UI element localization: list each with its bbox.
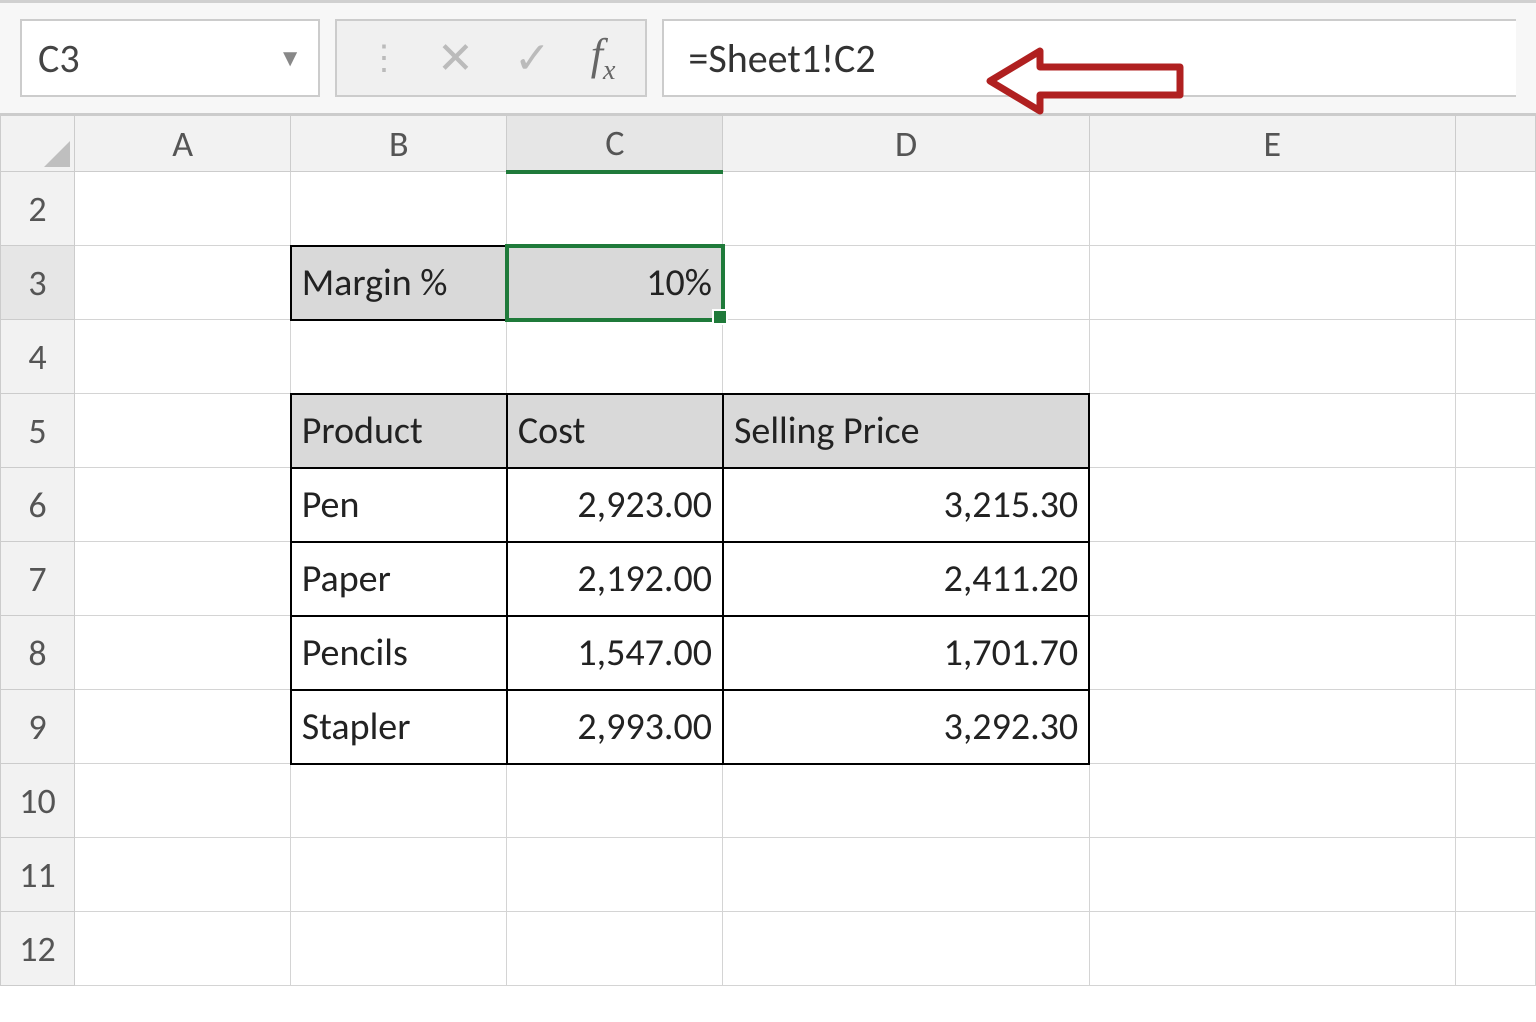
cell-B6[interactable]: Pen bbox=[291, 468, 507, 542]
row-header-7[interactable]: 7 bbox=[1, 542, 75, 616]
cell-C9[interactable]: 2,993.00 bbox=[507, 690, 723, 764]
cell-E11[interactable] bbox=[1089, 838, 1455, 912]
row-header-3[interactable]: 3 bbox=[1, 246, 75, 320]
select-all-corner[interactable] bbox=[1, 116, 75, 172]
cell-C7[interactable]: 2,192.00 bbox=[507, 542, 723, 616]
cell-C4[interactable] bbox=[507, 320, 723, 394]
cell-A2[interactable] bbox=[75, 172, 291, 246]
cell-D10[interactable] bbox=[723, 764, 1089, 838]
cell-B3-margin-label[interactable]: Margin % bbox=[291, 246, 507, 320]
cell-F7[interactable] bbox=[1455, 542, 1535, 616]
cell-F4[interactable] bbox=[1455, 320, 1535, 394]
row-header-2[interactable]: 2 bbox=[1, 172, 75, 246]
cell-E8[interactable] bbox=[1089, 616, 1455, 690]
cell-A11[interactable] bbox=[75, 838, 291, 912]
cell-D5-header-price[interactable]: Selling Price bbox=[723, 394, 1089, 468]
row-header-8[interactable]: 8 bbox=[1, 616, 75, 690]
chevron-down-icon[interactable]: ▼ bbox=[278, 44, 302, 73]
cell-B5-header-product[interactable]: Product bbox=[291, 394, 507, 468]
col-header-E[interactable]: E bbox=[1089, 116, 1455, 172]
cell-C5-header-cost[interactable]: Cost bbox=[507, 394, 723, 468]
cell-D7[interactable]: 2,411.20 bbox=[723, 542, 1089, 616]
cell-E12[interactable] bbox=[1089, 912, 1455, 986]
cell-D6[interactable]: 3,215.30 bbox=[723, 468, 1089, 542]
cell-A7[interactable] bbox=[75, 542, 291, 616]
col-header-C[interactable]: C bbox=[507, 116, 723, 172]
cell-A3[interactable] bbox=[75, 246, 291, 320]
cell-F10[interactable] bbox=[1455, 764, 1535, 838]
row-header-6[interactable]: 6 bbox=[1, 468, 75, 542]
cell-D8[interactable]: 1,701.70 bbox=[723, 616, 1089, 690]
cell-C12[interactable] bbox=[507, 912, 723, 986]
cell-C3-margin-value[interactable]: 10% bbox=[507, 246, 723, 320]
cancel-icon[interactable]: ✕ bbox=[437, 31, 474, 85]
cell-E6[interactable] bbox=[1089, 468, 1455, 542]
col-header-B[interactable]: B bbox=[291, 116, 507, 172]
col-header-D[interactable]: D bbox=[723, 116, 1089, 172]
cell-C11[interactable] bbox=[507, 838, 723, 912]
cell-E4[interactable] bbox=[1089, 320, 1455, 394]
cell-B10[interactable] bbox=[291, 764, 507, 838]
formula-bar: C3 ▼ ⋮ ✕ ✓ fx =Sheet1!C2 bbox=[0, 0, 1536, 115]
row-header-12[interactable]: 12 bbox=[1, 912, 75, 986]
cell-F6[interactable] bbox=[1455, 468, 1535, 542]
cell-D3[interactable] bbox=[723, 246, 1089, 320]
cell-B7[interactable]: Paper bbox=[291, 542, 507, 616]
cell-A4[interactable] bbox=[75, 320, 291, 394]
cell-F3[interactable] bbox=[1455, 246, 1535, 320]
cell-D4[interactable] bbox=[723, 320, 1089, 394]
cell-A6[interactable] bbox=[75, 468, 291, 542]
row-header-10[interactable]: 10 bbox=[1, 764, 75, 838]
cell-E10[interactable] bbox=[1089, 764, 1455, 838]
cell-F5[interactable] bbox=[1455, 394, 1535, 468]
row-header-9[interactable]: 9 bbox=[1, 690, 75, 764]
cell-B4[interactable] bbox=[291, 320, 507, 394]
cell-B9[interactable]: Stapler bbox=[291, 690, 507, 764]
cell-E5[interactable] bbox=[1089, 394, 1455, 468]
cell-D11[interactable] bbox=[723, 838, 1089, 912]
cell-F11[interactable] bbox=[1455, 838, 1535, 912]
cell-D9[interactable]: 3,292.30 bbox=[723, 690, 1089, 764]
row-header-5[interactable]: 5 bbox=[1, 394, 75, 468]
cell-B11[interactable] bbox=[291, 838, 507, 912]
cell-F12[interactable] bbox=[1455, 912, 1535, 986]
name-box[interactable]: C3 ▼ bbox=[20, 19, 320, 97]
cell-C10[interactable] bbox=[507, 764, 723, 838]
fx-icon[interactable]: fx bbox=[591, 29, 616, 87]
col-header-extra[interactable] bbox=[1455, 116, 1535, 172]
cell-C6[interactable]: 2,923.00 bbox=[507, 468, 723, 542]
cell-F2[interactable] bbox=[1455, 172, 1535, 246]
row-header-4[interactable]: 4 bbox=[1, 320, 75, 394]
grip-icon: ⋮ bbox=[367, 38, 397, 79]
cell-C2[interactable] bbox=[507, 172, 723, 246]
cell-A9[interactable] bbox=[75, 690, 291, 764]
cell-D12[interactable] bbox=[723, 912, 1089, 986]
formula-input[interactable]: =Sheet1!C2 bbox=[662, 19, 1516, 97]
cell-E2[interactable] bbox=[1089, 172, 1455, 246]
cell-E7[interactable] bbox=[1089, 542, 1455, 616]
cell-B8[interactable]: Pencils bbox=[291, 616, 507, 690]
column-headers-row: A B C D E bbox=[1, 116, 1536, 172]
cell-F9[interactable] bbox=[1455, 690, 1535, 764]
row-header-11[interactable]: 11 bbox=[1, 838, 75, 912]
cell-B2[interactable] bbox=[291, 172, 507, 246]
col-header-A[interactable]: A bbox=[75, 116, 291, 172]
confirm-icon[interactable]: ✓ bbox=[514, 31, 551, 85]
cell-D2[interactable] bbox=[723, 172, 1089, 246]
cell-A5[interactable] bbox=[75, 394, 291, 468]
cell-C8[interactable]: 1,547.00 bbox=[507, 616, 723, 690]
name-box-value: C3 bbox=[38, 34, 80, 83]
formula-text: =Sheet1!C2 bbox=[688, 34, 875, 83]
cell-B12[interactable] bbox=[291, 912, 507, 986]
cell-E3[interactable] bbox=[1089, 246, 1455, 320]
spreadsheet-grid[interactable]: A B C D E 2 3 Margin % 10% bbox=[0, 115, 1536, 986]
cell-E9[interactable] bbox=[1089, 690, 1455, 764]
cell-A12[interactable] bbox=[75, 912, 291, 986]
cell-A8[interactable] bbox=[75, 616, 291, 690]
cell-A10[interactable] bbox=[75, 764, 291, 838]
cell-F8[interactable] bbox=[1455, 616, 1535, 690]
formula-bar-buttons: ⋮ ✕ ✓ fx bbox=[335, 19, 647, 97]
